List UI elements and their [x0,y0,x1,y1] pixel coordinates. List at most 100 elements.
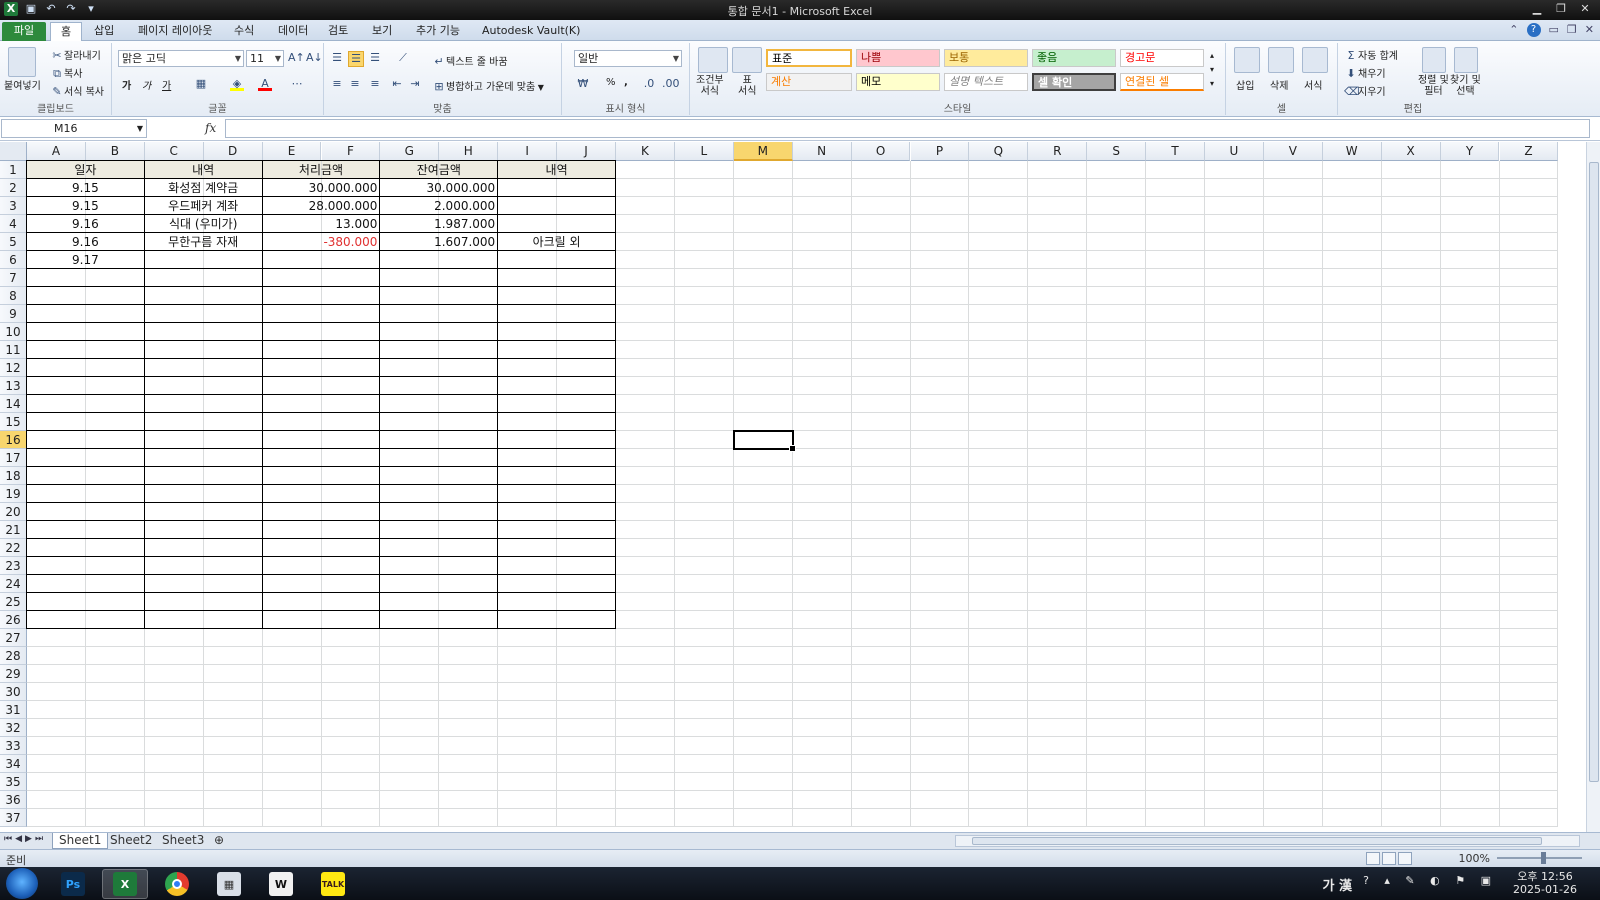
column-header-o[interactable]: O [851,142,911,161]
worksheet-grid[interactable]: A B C D E F G H I J K L M N O P Q R S T U V W X Y Z 1 2 3 4 5 6 7 8 9 10 11 1… [0,142,1586,832]
column-header-c[interactable]: C [144,142,204,161]
row-header[interactable]: 22 [0,539,27,557]
row-header[interactable]: 23 [0,557,27,575]
row-header[interactable]: 33 [0,737,27,755]
column-header-t[interactable]: T [1146,142,1205,161]
sort-filter-icon[interactable] [1422,47,1446,73]
select-all-corner[interactable] [0,142,27,161]
cell-note[interactable] [498,215,615,233]
row-header[interactable]: 29 [0,665,27,683]
increase-decimal-button[interactable]: .0 [642,77,656,91]
name-box[interactable]: M16 ▼ [1,119,147,138]
help-icon[interactable]: ? [1526,23,1541,37]
row-header[interactable]: 20 [0,503,27,521]
wrap-text-button[interactable]: ↵ 텍스트 줄 바꿈 [432,53,507,69]
insert-cells-icon[interactable] [1234,47,1260,73]
phonetic-button[interactable]: ⋯ [290,77,304,91]
font-color-button[interactable]: A [258,77,272,91]
styles-scroll-controls[interactable]: ▴ ▾ ▾ [1210,49,1214,91]
horizontal-scroll-thumb[interactable] [972,837,1542,845]
borders-button[interactable]: ▦ [194,77,208,91]
restore-icon[interactable]: ❐ [1550,1,1572,17]
style-warning-text[interactable]: 경고문 [1120,49,1204,67]
row-header[interactable]: 3 [0,197,27,215]
tab-formulas[interactable]: 수식 [224,22,264,41]
cell-note[interactable] [498,251,615,269]
copy-button[interactable]: ⧉ 복사 [50,65,82,81]
taskbar-app-chrome[interactable] [154,869,200,899]
row-header[interactable]: 18 [0,467,27,485]
column-header-w[interactable]: W [1322,142,1382,161]
cell-desc[interactable]: 무한구름 자재 [145,233,262,251]
row-header[interactable]: 32 [0,719,27,737]
sort-filter-button[interactable]: 정렬 및 필터 [1418,75,1449,97]
align-left-button[interactable]: ≡ [330,77,344,91]
align-top-button[interactable]: ☰ [330,51,344,65]
page-break-view-icon[interactable] [1398,852,1412,865]
row-header[interactable]: 34 [0,755,27,773]
paste-button[interactable]: 붙여넣기 [4,77,41,92]
style-calculation[interactable]: 계산 [766,73,852,91]
tab-insert[interactable]: 삽입 [84,22,124,41]
close-icon[interactable]: ✕ [1574,1,1596,17]
row-header[interactable]: 5 [0,233,27,251]
sheet-nav-arrows[interactable]: ⏮◀▶⏭ [4,834,46,844]
workbook-close-icon[interactable]: ✕ [1585,23,1594,37]
italic-button[interactable]: 가 [142,77,151,92]
accounting-format-button[interactable]: ₩ [576,77,590,91]
delete-cells-button[interactable]: 삭제 [1270,77,1288,92]
sheet-tab-sheet1[interactable]: Sheet1 [52,833,109,849]
column-header-x[interactable]: X [1381,142,1441,161]
row-header[interactable]: 13 [0,377,27,395]
row-header[interactable]: 1 [0,161,27,179]
row-header[interactable]: 7 [0,269,27,287]
delete-cells-icon[interactable] [1268,47,1294,73]
normal-view-icon[interactable] [1366,852,1380,865]
column-header-y[interactable]: Y [1440,142,1500,161]
row-header[interactable]: 15 [0,413,27,431]
column-header-n[interactable]: N [792,142,852,161]
taskbar-app-photoshop[interactable]: Ps [50,869,96,899]
header-cell-balance[interactable]: 잔여금액 [380,161,497,179]
row-header[interactable]: 6 [0,251,27,269]
merge-center-button[interactable]: ⊞ 병합하고 가운데 맞춤 ▼ [432,78,543,94]
tab-page-layout[interactable]: 페이지 레이아웃 [128,22,222,41]
column-header-u[interactable]: U [1205,142,1264,161]
cell-amount[interactable]: 30.000.000 [263,179,380,197]
cell-note[interactable] [498,179,615,197]
percent-button[interactable]: % [606,77,616,88]
style-check-cell[interactable]: 셀 확인 [1032,73,1116,91]
column-header-s[interactable]: S [1087,142,1147,161]
column-header-e[interactable]: E [262,142,322,161]
tab-file[interactable]: 파일 [2,22,46,41]
cell-desc[interactable] [145,251,262,269]
cell-amount[interactable]: 13.000 [263,215,380,233]
grow-font-button[interactable]: A↑ [288,51,305,65]
tab-view[interactable]: 보기 [362,22,402,41]
find-select-icon[interactable] [1454,47,1478,73]
sheet-tab-sheet3[interactable]: Sheet3 [156,833,210,849]
row-header[interactable]: 37 [0,809,27,827]
style-normal[interactable]: 표준 [766,49,852,67]
find-select-button[interactable]: 찾기 및 선택 [1450,75,1481,97]
column-header-i[interactable]: I [498,142,558,161]
decrease-indent-button[interactable]: ⇤ [390,77,404,91]
clock[interactable]: 오후 12:56 2025-01-26 [1510,870,1580,896]
cell-date[interactable]: 9.17 [27,251,144,269]
column-header-p[interactable]: P [910,142,970,161]
row-header[interactable]: 35 [0,773,27,791]
zoom-slider[interactable] [1497,852,1582,864]
row-header[interactable]: 19 [0,485,27,503]
style-bad[interactable]: 나쁨 [856,49,940,67]
align-middle-button[interactable]: ☰ [348,51,364,67]
column-header-a[interactable]: A [27,142,86,161]
autosum-button[interactable]: Σ 자동 합계 [1344,47,1398,63]
vertical-scroll-thumb[interactable] [1589,162,1599,782]
tab-data[interactable]: 데이터 [268,22,318,41]
cell-amount[interactable]: -380.000 [263,233,380,251]
format-cells-icon[interactable] [1302,47,1328,73]
orientation-button[interactable]: ⟋ [396,51,410,65]
cell-balance[interactable] [380,251,497,269]
row-header[interactable]: 26 [0,611,27,629]
cell-desc[interactable]: 우드페커 계좌 [145,197,262,215]
